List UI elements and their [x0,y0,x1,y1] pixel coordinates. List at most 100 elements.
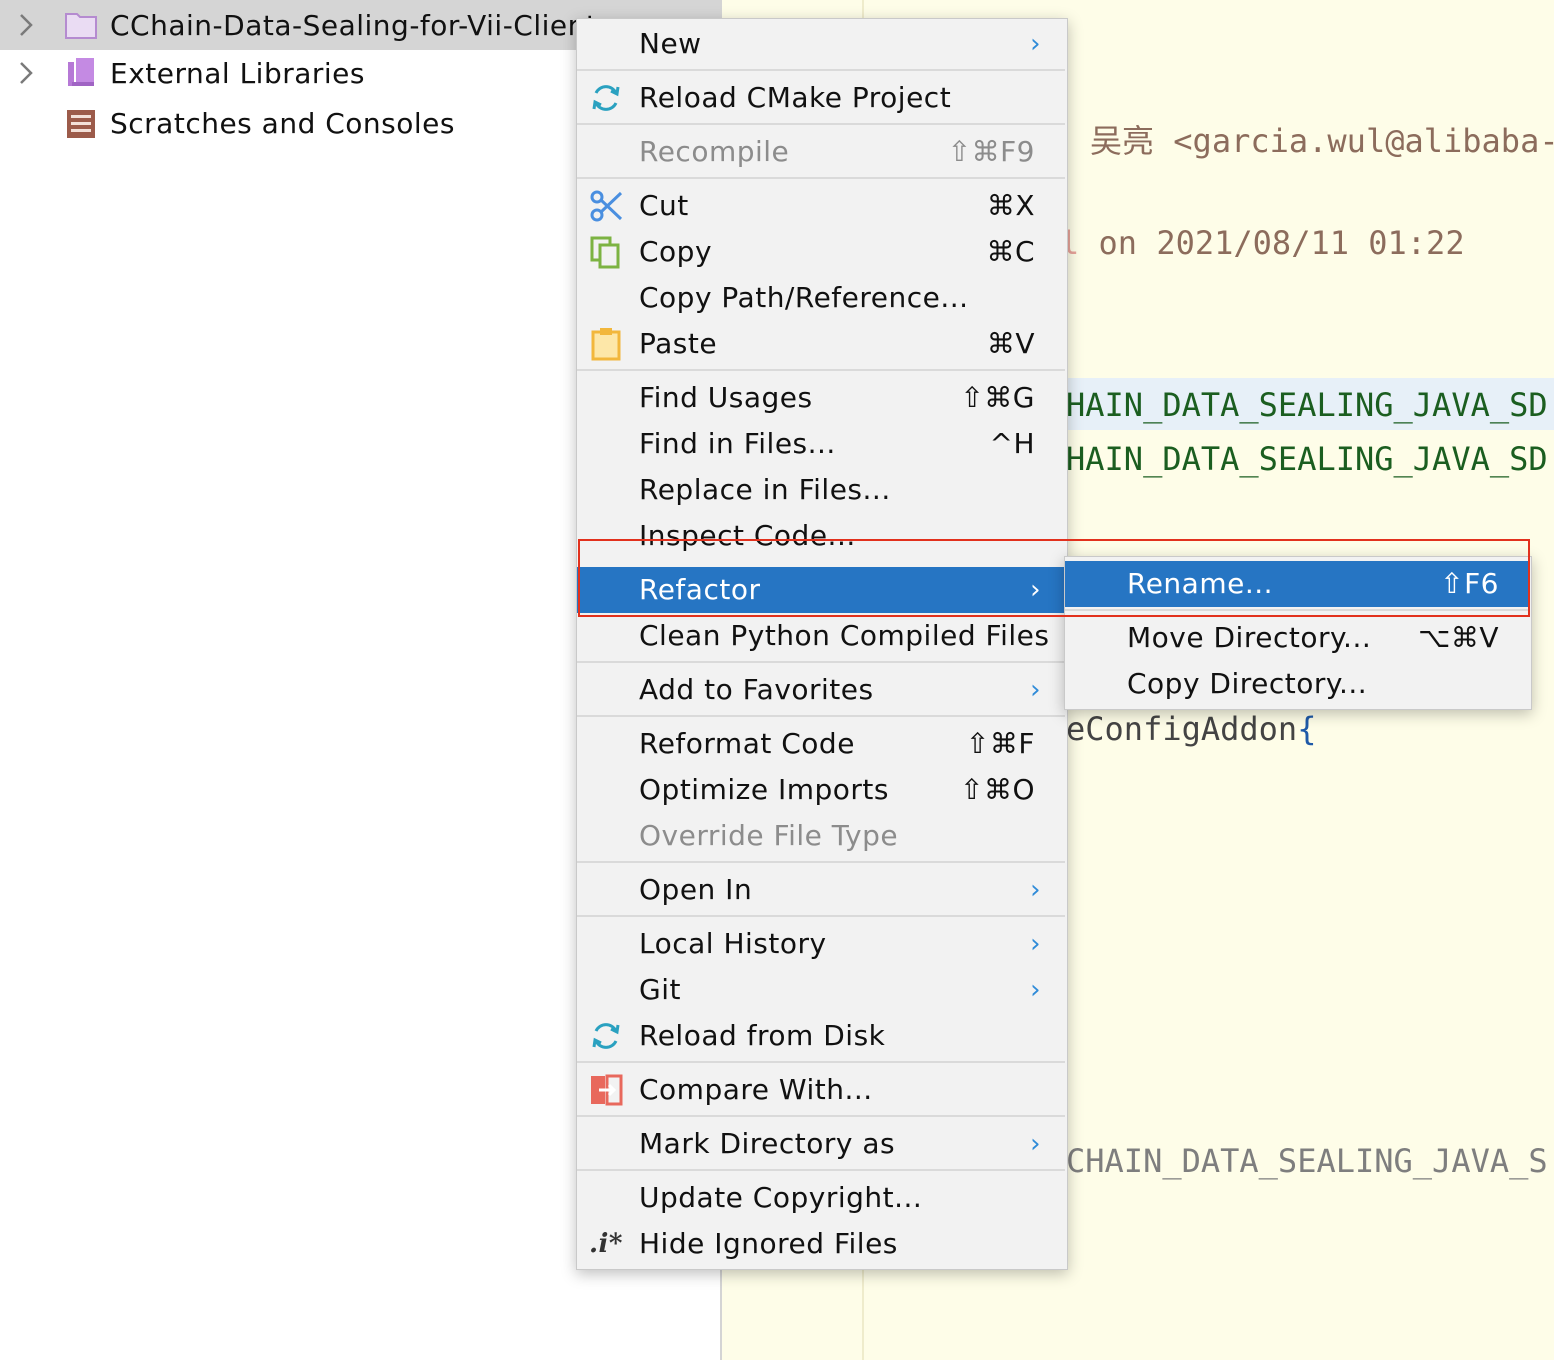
menu-separator [577,915,1065,917]
reload-icon [589,81,623,115]
menu-item-copy-directory[interactable]: Copy Directory... [1065,661,1529,707]
menu-item-label: Recompile [639,135,790,168]
code-line-sd1: HAIN_DATA_SEALING_JAVA_SD [1066,386,1548,424]
reload-icon [589,1019,623,1053]
menu-separator [577,1061,1065,1063]
menu-separator [577,369,1065,371]
menu-item-compare-with[interactable]: Compare With... [577,1067,1065,1113]
menu-separator [577,715,1065,717]
menu-item-open-in[interactable]: Open In › [577,867,1065,913]
menu-item-shortcut: ⌘X [986,189,1035,222]
menu-item-shortcut: ⌥⌘V [1418,621,1499,654]
chevron-right-icon: › [1030,675,1041,705]
menu-item-clean-python[interactable]: Clean Python Compiled Files [577,613,1065,659]
copy-icon [589,235,623,269]
menu-item-new[interactable]: New › [577,21,1065,67]
code-line-sd2: HAIN_DATA_SEALING_JAVA_SD [1066,440,1548,478]
highlight-annotation-box [578,539,1530,617]
menu-item-label: Add to Favorites [639,673,874,706]
chevron-right-icon: › [1030,929,1041,959]
menu-item-reformat-code[interactable]: Reformat Code ⇧⌘F [577,721,1065,767]
menu-item-label: Paste [639,327,718,360]
menu-separator [577,177,1065,179]
menu-item-label: Reload CMake Project [639,81,952,114]
chevron-right-icon[interactable] [16,10,36,40]
menu-item-shortcut: ⇧⌘F9 [947,135,1035,168]
menu-item-paste[interactable]: Paste ⌘V [577,321,1065,367]
ignored-files-icon: .i* [589,1229,624,1259]
chevron-right-icon: › [1030,1129,1041,1159]
menu-item-label: Local History [639,927,827,960]
paste-icon [589,327,623,361]
menu-item-label: Mark Directory as [639,1127,896,1160]
menu-separator [577,123,1065,125]
menu-item-shortcut: ⇧⌘F [965,727,1035,760]
menu-item-git[interactable]: Git › [577,967,1065,1013]
menu-item-shortcut: ⇧⌘G [960,381,1035,414]
code-line-config: eConfigAddon{ [1066,710,1316,748]
menu-item-label: Copy Directory... [1127,667,1368,700]
library-icon [64,56,98,90]
menu-item-copy[interactable]: Copy ⌘C [577,229,1065,275]
menu-item-label: Clean Python Compiled Files [639,619,1050,652]
menu-item-label: Reformat Code [639,727,855,760]
tree-item-label: Scratches and Consoles [110,106,455,140]
menu-item-label: Replace in Files... [639,473,891,506]
menu-item-reload-from-disk[interactable]: Reload from Disk [577,1013,1065,1059]
menu-separator [577,69,1065,71]
menu-item-cut[interactable]: Cut ⌘X [577,183,1065,229]
folder-icon [64,8,98,42]
menu-item-label: Find in Files... [639,427,836,460]
created-text: on 2021/08/11 01:22 [1098,224,1465,262]
menu-item-reload-cmake[interactable]: Reload CMake Project [577,75,1065,121]
menu-item-label: Reload from Disk [639,1019,886,1052]
menu-item-label: Copy Path/Reference... [639,281,969,314]
menu-item-label: New [639,27,702,60]
code-comment-created: l on 2021/08/11 01:22 [1060,224,1465,262]
menu-item-replace-in-files[interactable]: Replace in Files... [577,467,1065,513]
menu-item-shortcut: ⌘C [986,235,1035,268]
author-name: 吴亮 [1090,122,1155,160]
menu-item-shortcut: ⇧⌘O [960,773,1035,806]
menu-item-local-history[interactable]: Local History › [577,921,1065,967]
menu-item-override-file-type: Override File Type [577,813,1065,859]
chevron-right-icon: › [1030,875,1041,905]
menu-item-recompile: Recompile ⇧⌘F9 [577,129,1065,175]
menu-item-mark-directory-as[interactable]: Mark Directory as › [577,1121,1065,1167]
menu-item-shortcut: ^H [989,427,1035,460]
menu-item-find-in-files[interactable]: Find in Files... ^H [577,421,1065,467]
chevron-right-icon: › [1030,29,1041,59]
menu-item-update-copyright[interactable]: Update Copyright... [577,1175,1065,1221]
menu-separator [577,861,1065,863]
menu-item-label: Find Usages [639,381,813,414]
scratches-icon [64,106,98,140]
menu-item-label: Hide Ignored Files [639,1227,898,1260]
menu-item-find-usages[interactable]: Find Usages ⇧⌘G [577,375,1065,421]
menu-item-label: Override File Type [639,819,899,852]
menu-item-optimize-imports[interactable]: Optimize Imports ⇧⌘O [577,767,1065,813]
code-line-s: CHAIN_DATA_SEALING_JAVA_S [1066,1142,1548,1180]
author-email: <garcia.wul@alibaba- [1173,122,1554,160]
chevron-right-icon: › [1030,975,1041,1005]
menu-item-copy-path[interactable]: Copy Path/Reference... [577,275,1065,321]
context-menu: New › Reload CMake Project Recompile ⇧⌘F… [576,18,1068,1270]
chevron-right-icon[interactable] [16,58,36,88]
menu-item-label: Compare With... [639,1073,873,1106]
menu-item-label: Open In [639,873,753,906]
menu-item-label: Cut [639,189,689,222]
menu-item-add-to-favorites[interactable]: Add to Favorites › [577,667,1065,713]
tree-item-label: External Libraries [110,56,365,90]
menu-separator [577,661,1065,663]
scissors-icon [589,189,623,223]
menu-item-label: Copy [639,235,713,268]
menu-item-move-directory[interactable]: Move Directory... ⌥⌘V [1065,615,1529,661]
menu-item-hide-ignored-files[interactable]: .i* Hide Ignored Files [577,1221,1065,1267]
menu-separator [577,1115,1065,1117]
code-comment-author: 吴亮 <garcia.wul@alibaba- [1090,116,1554,162]
brace: { [1297,710,1317,748]
menu-item-label: Move Directory... [1127,621,1372,654]
menu-item-label: Git [639,973,681,1006]
compare-icon [589,1073,623,1107]
menu-separator [577,1169,1065,1171]
menu-item-label: Update Copyright... [639,1181,923,1214]
